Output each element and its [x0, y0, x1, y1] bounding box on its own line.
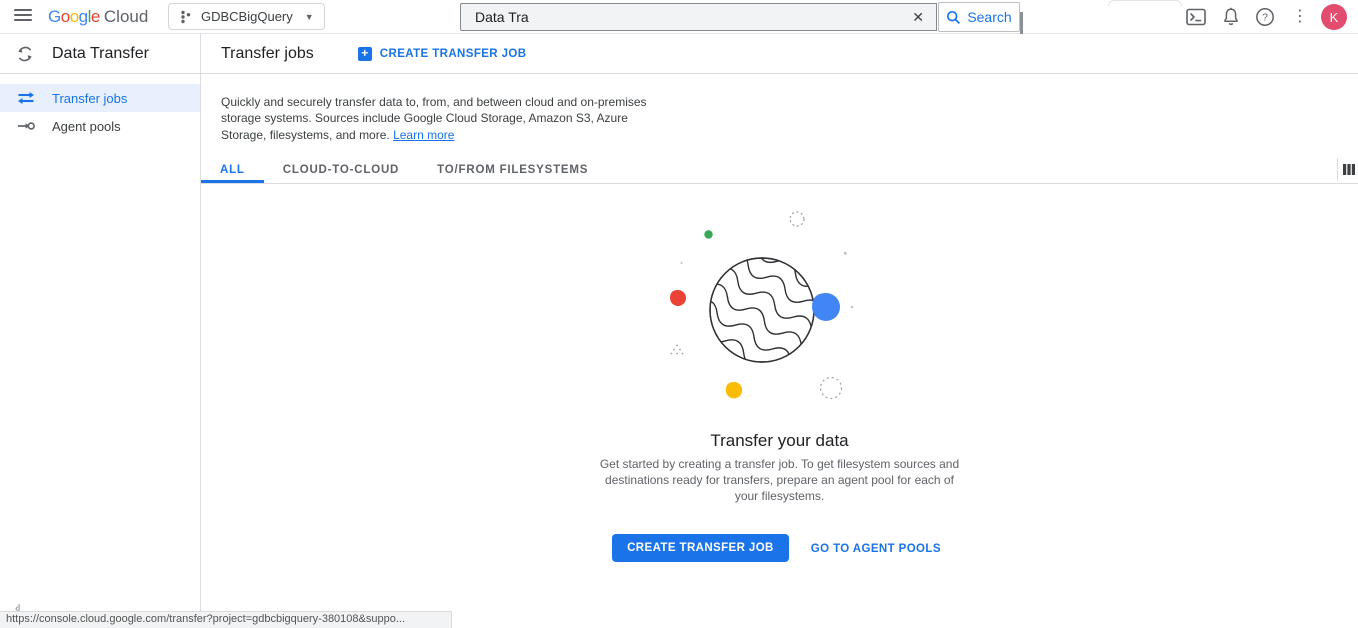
go-to-agent-pools-label: GO TO AGENT POOLS — [811, 543, 941, 555]
transfer-illustration — [640, 200, 920, 400]
logo-google: Google — [48, 7, 100, 27]
top-app-bar: Google Cloud GDBCBigQuery ▼ ✕ Search — [0, 0, 1358, 34]
search-box[interactable]: ✕ — [460, 3, 937, 31]
tab-cloud-to-cloud[interactable]: CLOUD-TO-CLOUD — [264, 156, 418, 183]
create-transfer-job-label: CREATE TRANSFER JOB — [380, 48, 527, 60]
popup-edge-artifact — [1108, 0, 1182, 6]
tab-to-from-filesystems[interactable]: TO/FROM FILESYSTEMS — [418, 156, 607, 183]
page-description: Quickly and securely transfer data to, f… — [221, 94, 665, 143]
empty-state-heading: Transfer your data — [201, 431, 1358, 451]
tab-bar: ALL CLOUD-TO-CLOUD TO/FROM FILESYSTEMS — [201, 156, 1358, 184]
page-header: Transfer jobs + CREATE TRANSFER JOB — [201, 34, 1358, 74]
avatar-initial: K — [1330, 10, 1339, 25]
sidebar-item-label: Transfer jobs — [52, 91, 127, 106]
avatar[interactable]: K — [1321, 4, 1347, 30]
left-navigation: Data Transfer Transfer jobs Agent pools … — [0, 34, 201, 628]
plus-icon: + — [358, 47, 372, 61]
dropdown-scrollbar-artifact — [1020, 12, 1023, 34]
search-button-label: Search — [967, 9, 1011, 25]
menu-icon[interactable] — [14, 9, 32, 23]
search-input[interactable] — [461, 9, 900, 25]
product-header: Data Transfer — [0, 34, 200, 74]
clear-search-icon[interactable]: ✕ — [900, 9, 936, 26]
transfer-jobs-icon — [17, 91, 35, 105]
page-title: Transfer jobs — [221, 45, 314, 63]
product-title: Data Transfer — [52, 45, 149, 63]
cloud-shell-icon[interactable] — [1186, 7, 1206, 27]
search-icon — [946, 10, 961, 25]
create-transfer-job-button[interactable]: + CREATE TRANSFER JOB — [358, 47, 527, 61]
project-icon — [179, 10, 193, 24]
logo-cloud: Cloud — [104, 7, 148, 27]
sidebar-item-transfer-jobs[interactable]: Transfer jobs — [0, 84, 200, 112]
data-transfer-product-icon — [15, 44, 35, 64]
learn-more-link[interactable]: Learn more — [393, 128, 454, 142]
create-transfer-job-primary-button[interactable]: CREATE TRANSFER JOB — [612, 534, 789, 562]
empty-state: Transfer your data Get started by creati… — [201, 184, 1358, 563]
google-cloud-logo: Google Cloud — [48, 7, 148, 27]
search-button[interactable]: Search — [938, 2, 1020, 32]
chevron-down-icon: ▼ — [305, 12, 314, 22]
go-to-agent-pools-button[interactable]: GO TO AGENT POOLS — [805, 532, 947, 563]
project-name: GDBCBigQuery — [201, 9, 293, 24]
column-display-options-icon[interactable] — [1343, 163, 1355, 181]
sidebar-item-label: Agent pools — [52, 119, 121, 134]
empty-state-body: Get started by creating a transfer job. … — [594, 456, 966, 504]
more-options-icon[interactable]: ⋮ — [1290, 7, 1310, 27]
svg-text:?: ? — [1262, 12, 1268, 24]
agent-pools-icon — [17, 119, 35, 133]
divider — [1337, 158, 1338, 181]
notifications-bell-icon[interactable] — [1221, 7, 1241, 27]
project-selector[interactable]: GDBCBigQuery ▼ — [168, 3, 325, 30]
help-icon[interactable]: ? — [1255, 7, 1275, 27]
tab-all[interactable]: ALL — [201, 156, 264, 183]
browser-status-url: https://console.cloud.google.com/transfe… — [0, 611, 452, 628]
sidebar-item-agent-pools[interactable]: Agent pools — [0, 112, 200, 140]
